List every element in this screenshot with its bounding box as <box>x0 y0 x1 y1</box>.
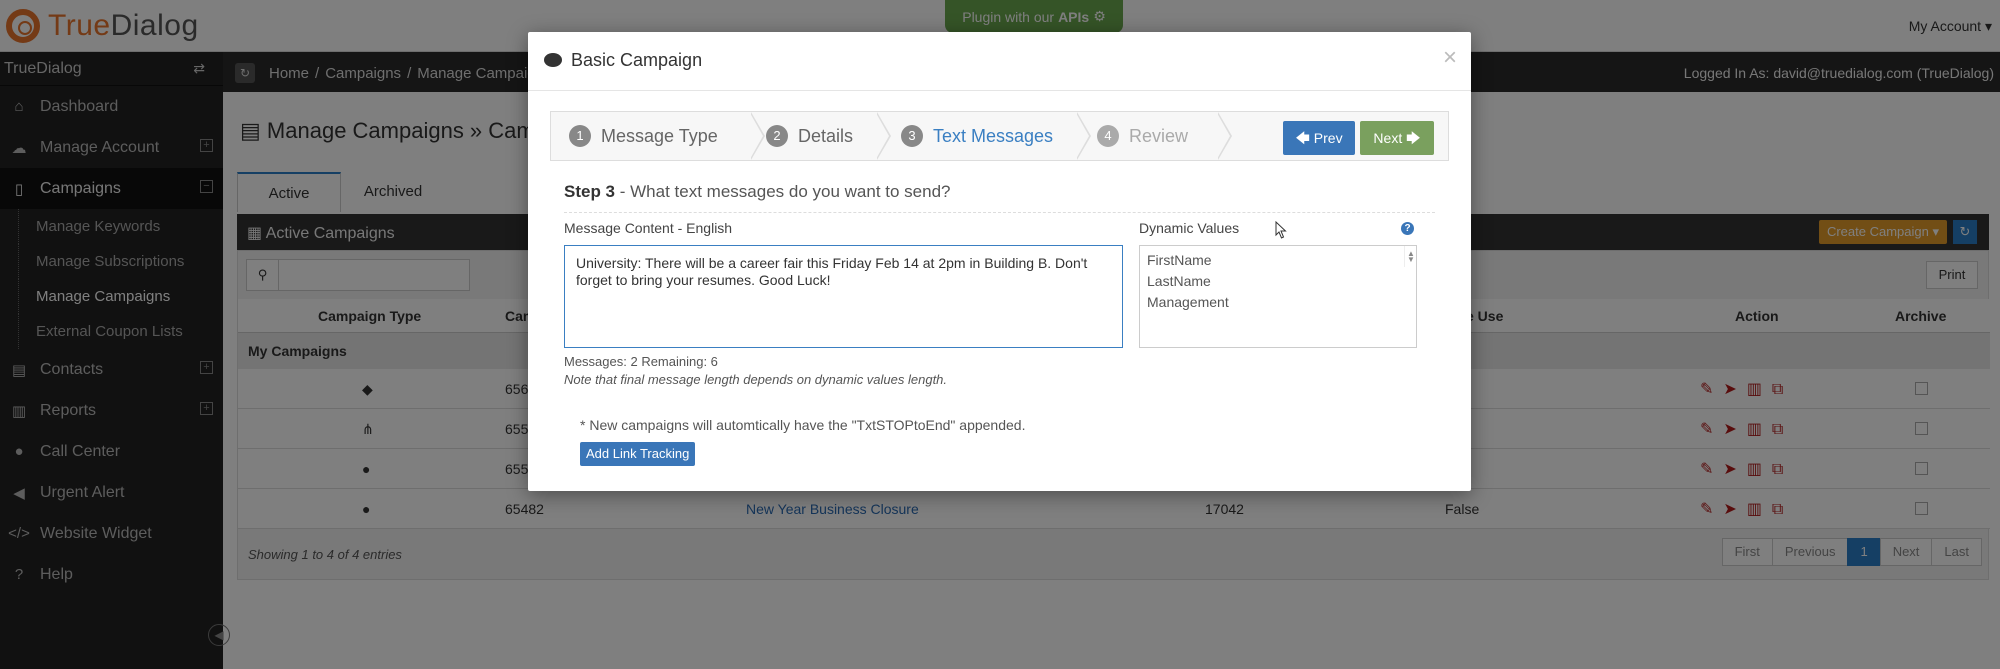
arrow-right-icon: 🡆 <box>1406 130 1421 146</box>
add-link-tracking-button[interactable]: Add Link Tracking <box>580 442 696 466</box>
dynamic-value-item[interactable]: Management <box>1147 294 1409 315</box>
help-icon[interactable]: ? <box>1401 222 1414 235</box>
dynamic-values-list[interactable]: FirstName LastName Management ▲ ▼ <box>1139 245 1417 348</box>
wizard-step-message-type[interactable]: 1 Message Type <box>569 112 718 160</box>
mouse-cursor-icon <box>1275 221 1287 239</box>
step-title: Step 3 - What text messages do you want … <box>564 182 951 201</box>
message-counts: Messages: 2 Remaining: 6 <box>564 354 718 369</box>
step-separator <box>1217 112 1232 160</box>
step-separator <box>1076 112 1091 160</box>
next-button[interactable]: Next 🡆 <box>1360 121 1434 155</box>
wizard-step-text-messages[interactable]: 3 Text Messages <box>901 112 1053 160</box>
arrow-left-icon: 🡄 <box>1295 130 1310 146</box>
dynamic-values-scrollbar[interactable]: ▲ ▼ <box>1404 246 1416 267</box>
message-content-label: Message Content - English <box>564 220 733 236</box>
message-content-input[interactable]: University: There will be a career fair … <box>564 245 1123 348</box>
modal-title: Basic Campaign <box>571 50 703 70</box>
dynamic-value-item[interactable]: LastName <box>1147 273 1409 294</box>
wizard-step-details[interactable]: 2 Details <box>766 112 853 160</box>
stop-append-note: * New campaigns will automtically have t… <box>580 417 1026 433</box>
close-icon[interactable]: × <box>1443 44 1457 72</box>
chat-icon <box>544 53 562 67</box>
basic-campaign-modal: Basic Campaign × 1 Message Type 2 Detail… <box>528 32 1471 491</box>
scroll-down-icon[interactable]: ▼ <box>1407 255 1415 264</box>
length-note: Note that final message length depends o… <box>564 372 948 387</box>
step-separator <box>876 112 891 160</box>
dynamic-value-item[interactable]: FirstName <box>1147 252 1409 273</box>
dynamic-values-label: Dynamic Values <box>1139 220 1240 236</box>
wizard-step-review[interactable]: 4 Review <box>1097 112 1188 160</box>
prev-button[interactable]: 🡄 Prev <box>1283 121 1355 155</box>
modal-header: Basic Campaign × <box>528 32 1471 91</box>
divider <box>564 212 1435 213</box>
step-separator <box>750 112 765 160</box>
